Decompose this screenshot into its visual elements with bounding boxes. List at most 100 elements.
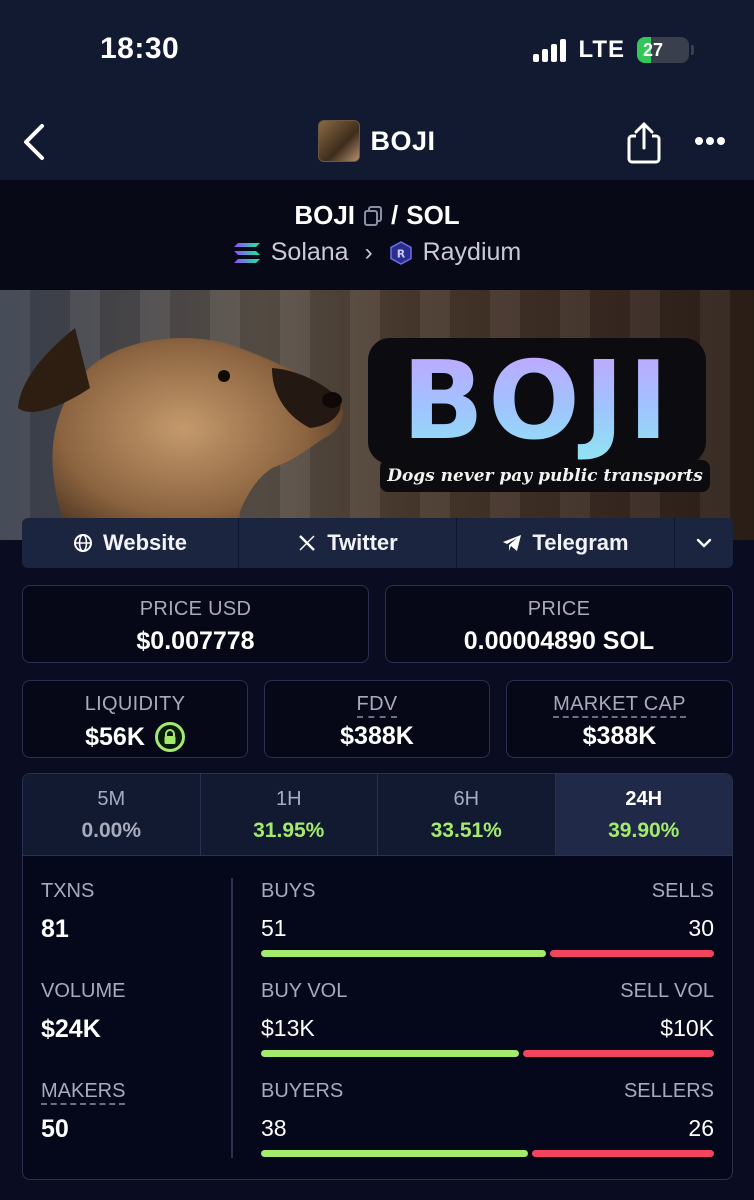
chevron-right-icon: › (364, 238, 373, 266)
divider (231, 878, 233, 1158)
app-header: 18:30 LTE 27 BOJI (0, 0, 754, 180)
x-icon (299, 535, 316, 551)
fdv-card: FDV $388K (264, 680, 490, 758)
tab-1h[interactable]: 1H 31.95% (200, 774, 378, 855)
sellers-value: 26 (688, 1115, 714, 1141)
tab-change: 0.00% (81, 819, 142, 842)
buyers-sellers-row: BUYERS SELLERS 38 26 (261, 1080, 714, 1157)
price-native-value: 0.00004890 SOL (463, 627, 655, 655)
buyers-label: BUYERS (261, 1080, 344, 1102)
social-links: Website Twitter Telegram (22, 518, 733, 568)
more-icon[interactable] (694, 132, 726, 150)
sell-vol-bar (523, 1050, 714, 1057)
tab-label: 5M (97, 788, 126, 810)
txns-stat: TXNS 81 (41, 880, 94, 944)
tab-label: 6H (453, 788, 480, 810)
telegram-label: Telegram (532, 530, 629, 555)
makers-stat: MAKERS 50 (41, 1080, 126, 1144)
token-avatar (318, 120, 361, 162)
tab-24h[interactable]: 24H 39.90% (555, 774, 732, 855)
telegram-button[interactable]: Telegram (457, 518, 675, 568)
pair-separator: / (391, 200, 399, 230)
makers-label[interactable]: MAKERS (41, 1080, 126, 1105)
price-usd-label: PRICE USD (139, 598, 252, 620)
liquidity-label: LIQUIDITY (84, 693, 186, 715)
chain-breadcrumb: Solana › R Raydium (0, 238, 754, 267)
chain-name[interactable]: Solana (271, 238, 349, 267)
sell-vol-label: SELL VOL (620, 980, 714, 1002)
volume-value: $24K (41, 1015, 101, 1043)
twitter-button[interactable]: Twitter (239, 518, 457, 568)
twitter-label: Twitter (327, 530, 398, 555)
price-native-card: PRICE 0.00004890 SOL (385, 585, 733, 663)
battery-percent: 27 (643, 39, 664, 60)
nav-title-text: BOJI (370, 125, 436, 156)
more-links-button[interactable] (675, 518, 733, 568)
pair-header: BOJI / SOL Solana › R Raydium (0, 180, 754, 290)
tab-label: 24H (625, 788, 663, 810)
status-indicators: LTE 27 (533, 36, 694, 64)
network-label: LTE (578, 36, 625, 63)
sell-vol-value: $10K (660, 1015, 714, 1041)
solana-icon (233, 242, 260, 263)
liquidity-value: $56K (85, 722, 145, 751)
telegram-icon (503, 535, 522, 551)
pair-title: BOJI / SOL (0, 200, 754, 231)
website-button[interactable]: Website (22, 518, 239, 568)
txns-value: 81 (41, 915, 69, 943)
sellers-label: SELLERS (623, 1080, 714, 1102)
buy-vol-bar (261, 1050, 520, 1057)
volume-stat: VOLUME $24K (41, 980, 125, 1044)
stats-body: TXNS 81 VOLUME $24K MAKERS 50 BUYS SELLS… (23, 856, 732, 1179)
status-time: 18:30 (100, 32, 180, 65)
sells-bar (550, 950, 714, 957)
buys-value: 51 (261, 915, 287, 941)
lock-icon[interactable] (154, 722, 185, 752)
buys-bar (261, 950, 547, 957)
chevron-down-icon (696, 538, 712, 548)
timeframe-tabs: 5M 0.00% 1H 31.95% 6H 33.51% 24H 39.90% (23, 774, 732, 856)
sells-value: 30 (688, 915, 714, 941)
buy-vol-value: $13K (261, 1015, 315, 1041)
price-usd-value: $0.007778 (136, 627, 255, 655)
buys-sells-row: BUYS SELLS 51 30 (261, 880, 714, 957)
liquidity-card: LIQUIDITY $56K (22, 680, 248, 758)
share-icon[interactable] (626, 122, 662, 164)
tab-change: 33.51% (430, 819, 502, 842)
fdv-value: $388K (340, 722, 414, 750)
market-cap-card: MARKET CAP $388K (506, 680, 733, 758)
boji-logo: BOJI (368, 338, 706, 464)
buyers-value: 38 (261, 1115, 287, 1141)
signal-icon (533, 38, 567, 62)
token-banner: BOJI Dogs never pay public transports (0, 290, 754, 540)
tab-change: 31.95% (253, 819, 325, 842)
volume-split-bar (261, 1050, 714, 1057)
price-native-label: PRICE (527, 598, 591, 620)
tab-change: 39.90% (608, 819, 680, 842)
market-cap-value: $388K (582, 722, 657, 750)
buys-label: BUYS (261, 880, 316, 902)
fdv-label[interactable]: FDV (356, 693, 398, 718)
buy-vol-label: BUY VOL (261, 980, 348, 1002)
stats-panel: 5M 0.00% 1H 31.95% 6H 33.51% 24H 39.90% … (22, 773, 733, 1180)
base-token: BOJI (294, 200, 355, 230)
logo-text: BOJI (401, 338, 673, 464)
buyers-sellers-bar (261, 1150, 714, 1157)
banner-tagline: Dogs never pay public transports (380, 460, 710, 492)
raydium-icon: R (389, 240, 412, 265)
volume-split-row: BUY VOL SELL VOL $13K $10K (261, 980, 714, 1057)
market-cap-label[interactable]: MARKET CAP (553, 693, 686, 718)
battery-icon: 27 (637, 37, 689, 63)
makers-value: 50 (41, 1115, 69, 1143)
sells-label: SELLS (651, 880, 714, 902)
dex-name[interactable]: Raydium (423, 238, 522, 267)
copy-icon[interactable] (363, 205, 383, 227)
volume-label: VOLUME (41, 980, 126, 1002)
liquidity-value-row: $56K (23, 722, 247, 752)
svg-text:R: R (396, 247, 405, 260)
buys-sells-bar (261, 950, 714, 957)
tab-label: 1H (275, 788, 302, 810)
tab-6h[interactable]: 6H 33.51% (378, 774, 556, 855)
quote-token: SOL (406, 200, 460, 230)
tab-5m[interactable]: 5M 0.00% (23, 774, 201, 855)
